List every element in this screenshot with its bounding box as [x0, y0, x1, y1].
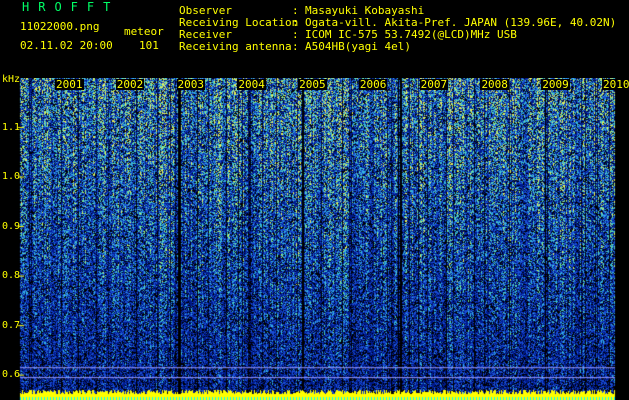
- x-tick-label: 2008: [480, 78, 509, 91]
- date-time: 02.11.02 20:00: [20, 39, 113, 52]
- y-tick-label: 0.6: [2, 369, 21, 381]
- x-tick-label: 2004: [237, 78, 266, 91]
- y-axis-unit-label: kHz: [2, 74, 21, 85]
- x-tick-label: 2006: [358, 78, 388, 91]
- antenna-sep: :: [292, 40, 299, 53]
- x-tick-label: 2001: [55, 78, 84, 91]
- x-tick-label: 2010: [602, 78, 629, 91]
- antenna-value: A504HB(yagi 4el): [305, 40, 411, 53]
- x-tick-label: 2005: [298, 78, 327, 91]
- y-tick-label: 1.0: [2, 171, 21, 183]
- spectrogram-heatmap: [0, 78, 629, 400]
- y-tick-label: 0.7: [2, 319, 21, 331]
- x-tick-label: 2007: [419, 78, 449, 91]
- y-tick-label: 0.9: [2, 220, 21, 232]
- file-name: 11022000.png: [20, 20, 100, 33]
- meteor-label: meteor: [124, 25, 164, 38]
- y-tick-label: 1.1: [2, 121, 21, 133]
- x-tick-label: 2002: [115, 78, 145, 91]
- meteor-count: 101: [139, 39, 159, 52]
- x-tick-label: 2009: [541, 78, 570, 91]
- app-brand: HROFFT: [22, 0, 120, 14]
- antenna-label: Receiving antenna: [179, 40, 292, 53]
- y-tick-label: 0.8: [2, 270, 21, 282]
- x-tick-label: 2003: [176, 78, 206, 91]
